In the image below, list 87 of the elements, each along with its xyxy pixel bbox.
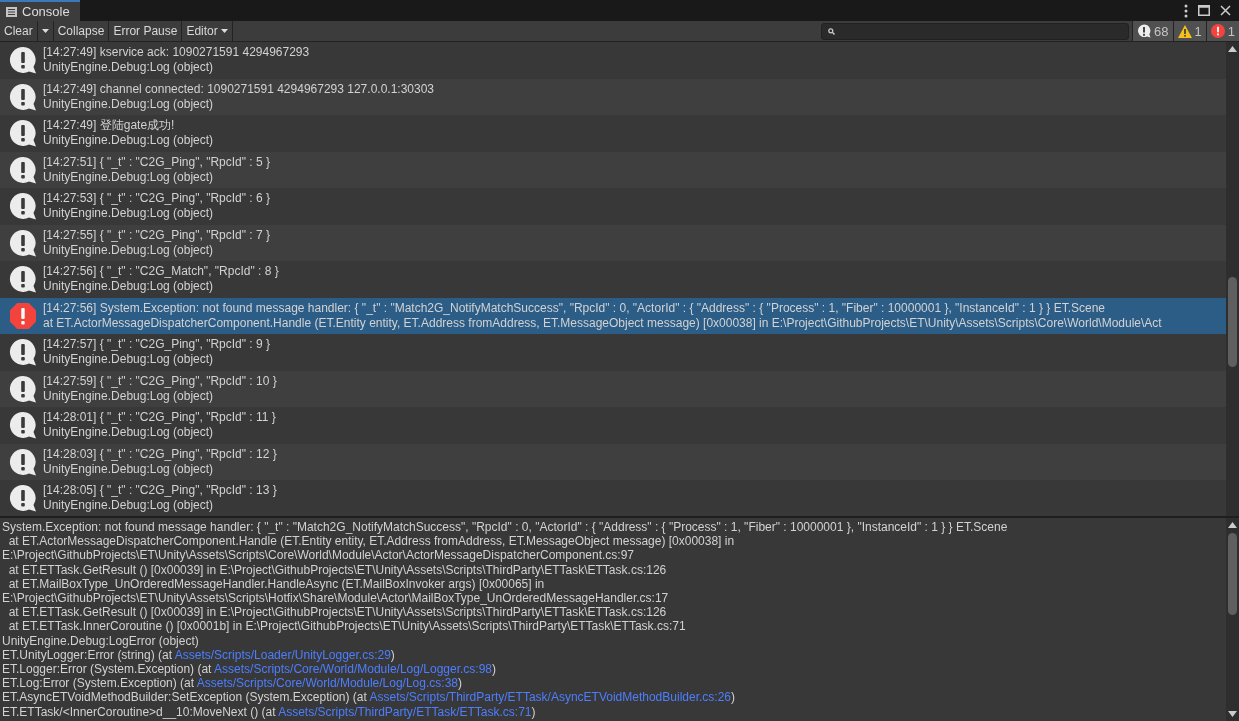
- info-bubble-icon: [9, 484, 37, 513]
- log-source: UnityEngine.Debug:Log (object): [43, 133, 214, 149]
- log-source: UnityEngine.Debug:Log (object): [43, 60, 215, 76]
- trace-line: System.Exception: not found message handler: { "_t" : "Match2G_NotifyMatchSuccess", "RpcId" : 0, "ActorId" : { "Address" : { "Process" : 1, "Fiber" : 10000001 }, "InstanceId" : 1 } } ET.Scene: [2, 520, 1009, 535]
- info-bubble-icon: [1137, 24, 1152, 38]
- log-message: [14:27:57] { "_t" : "C2G_Ping", "RpcId" : 9 }: [43, 337, 271, 353]
- log-entry[interactable]: [0, 297, 1226, 334]
- scrollbar[interactable]: [1226, 42, 1239, 516]
- log-message: [14:27:53] { "_t" : "C2G_Ping", "RpcId" : 6 }: [43, 191, 271, 207]
- scroll-up-icon[interactable]: [1228, 46, 1237, 52]
- info-bubble-icon: [9, 447, 37, 476]
- scroll-down-icon[interactable]: [1228, 711, 1237, 717]
- info-bubble-icon: [9, 119, 37, 148]
- trace-line: ): [731, 690, 735, 705]
- info-bubble-icon: [9, 411, 37, 440]
- trace-line: at ET.ETTask.GetResult () [0x00039] in E:\Project\GithubProjects\ET\Unity\Assets\Scripts\ThirdParty\ETTask\ETTask.cs:126: [7, 562, 668, 577]
- log-entry[interactable]: [14:28:03] { "_t" : "C2G_Ping", "RpcId" : 12 } UnityEngine.Debug:Log (object): [0, 443, 1226, 480]
- trace-line: at ET.ActorMessageDispatcherComponent.Handle (ET.Entity entity, ET.Address fromAddress, ET.MessageObject message) [0x00038] in: [7, 534, 736, 549]
- caret-icon: [220, 29, 228, 33]
- log-message: [14:28:03] { "_t" : "C2G_Ping", "RpcId" : 12 }: [43, 446, 277, 462]
- log-message: [14:27:49] channel connected: 1090271591 4294967293 127.0.0.1:30303: [43, 81, 435, 97]
- log-source: UnityEngine.Debug:Log (object): [43, 498, 215, 514]
- trace-line: ): [492, 662, 496, 677]
- log-source: UnityEngine.Debug:Log (object): [43, 388, 215, 404]
- window-title: Console: [22, 4, 70, 19]
- log-message: [14:27:55] { "_t" : "C2G_Ping", "RpcId" : 7 }: [43, 227, 271, 243]
- log-source: UnityEngine.Debug:Log (object): [43, 169, 215, 185]
- caret-icon: [41, 29, 49, 33]
- trace-line: ): [390, 647, 395, 662]
- scroll-thumb[interactable]: [1228, 277, 1237, 367]
- log-message: [14:27:56] { "_t" : "C2G_Match", "RpcId" : 8 }: [43, 264, 279, 280]
- trace-line: E:\Project\GithubProjects\ET\Unity\Assets\Scripts\Hotfix\Share\Module\Actor\MailBoxType_UnOrderedMessageHandler.cs:17: [2, 591, 670, 606]
- info-bubble-icon: [9, 338, 37, 367]
- trace-line: ET.UnityLogger:Error (string) (at: [2, 647, 173, 662]
- trace-line: at ET.ETTask.GetResult () [0x00039] in E:\Project\GithubProjects\ET\Unity\Assets\Scripts\ThirdParty\ETTask\ETTask.cs:126: [7, 605, 668, 620]
- warning-icon: [1177, 24, 1192, 38]
- log-source: UnityEngine.Debug:Log (object): [43, 242, 215, 258]
- log-entry[interactable]: [14:27:55] { "_t" : "C2G_Ping", "RpcId" : 7 } UnityEngine.Debug:Log (object): [0, 224, 1226, 261]
- trace-line: ET.Logger:Error (System.Exception) (at: [2, 662, 213, 677]
- scrollbar[interactable]: [1226, 518, 1239, 721]
- info-bubble-icon: [9, 374, 37, 403]
- log-message: [14:27:56] System.Exception: not found message handler: { "_t" : "Match2G_NotifyMatchSuccess", "RpcId" : 0, "ActorId" : { "Address" : { "Process" : 1, "Fiber" : 10000001 }, "InstanceId" : 1 } } ET.Scene: [43, 300, 1107, 316]
- log-message: [14:27:51] { "_t" : "C2G_Ping", "RpcId" : 5 }: [43, 154, 271, 170]
- log-source: UnityEngine.Debug:Log (object): [43, 352, 215, 368]
- log-message: [14:27:59] { "_t" : "C2G_Ping", "RpcId" : 10 }: [43, 373, 277, 389]
- info-bubble-icon: [9, 82, 37, 111]
- search-field[interactable]: [821, 22, 1130, 40]
- trace-line: ): [458, 676, 462, 691]
- info-bubble-icon: [9, 228, 37, 257]
- trace-line: ET.AsyncETVoidMethodBuilder:SetException (System.Exception) (at: [2, 690, 368, 705]
- list-icon: [6, 6, 17, 17]
- trace-line: ET.Log:Error (System.Exception) (at: [2, 676, 196, 691]
- error-icon: [9, 301, 37, 330]
- log-source: UnityEngine.Debug:Log (object): [43, 425, 215, 441]
- warning-count-toggle[interactable]: 1: [1172, 21, 1206, 41]
- log-entry[interactable]: [14:27:49] channel connected: 1090271591 4294967293 127.0.0.1:30303 UnityEngine.Debug:Log (object): [0, 78, 1226, 115]
- info-bubble-icon: [9, 265, 37, 294]
- search-icon: [828, 27, 836, 35]
- info-bubble-icon: [9, 46, 37, 75]
- log-message: [14:27:49] 登陆gate成功!: [43, 118, 176, 134]
- trace-line: E:\Project\GithubProjects\ET\Unity\Assets\Scripts\Core\World\Module\Actor\ActorMessageDispatcherComponent.cs:97: [2, 548, 636, 563]
- scroll-thumb[interactable]: [1228, 533, 1237, 615]
- log-source: at ET.ActorMessageDispatcherComponent.Handle (ET.Entity entity, ET.Address fromAddress, ET.MessageObject message) [0x00038] in E:\Project\GithubProjects\ET\Unity\Assets\Scripts\Core\World\Module\Act: [43, 315, 1162, 331]
- info-bubble-icon: [9, 192, 37, 221]
- log-entry[interactable]: [14:27:59] { "_t" : "C2G_Ping", "RpcId" : 10 } UnityEngine.Debug:Log (object): [0, 370, 1226, 407]
- log-message: [14:27:49] kservice ack: 1090271591 4294967293: [43, 45, 310, 61]
- log-source: UnityEngine.Debug:Log (object): [43, 206, 215, 222]
- log-message: [14:28:01] { "_t" : "C2G_Ping", "RpcId" : 11 }: [43, 410, 276, 426]
- trace-line: at ET.ETTask.InnerCoroutine () [0x0001b] in E:\Project\GithubProjects\ET\Unity\Assets\Scripts\ThirdParty\ETTask\ETTask.cs:71: [7, 619, 687, 634]
- scroll-up-icon[interactable]: [1228, 522, 1237, 528]
- log-source: UnityEngine.Debug:Log (object): [43, 461, 215, 477]
- trace-line: ET.ETTask/<InnerCoroutine>d__10:MoveNext () (at: [2, 704, 277, 719]
- maximize-icon[interactable]: [1198, 5, 1210, 16]
- trace-line: ): [531, 704, 536, 719]
- log-message: [14:28:05] { "_t" : "C2G_Ping", "RpcId" : 13 }: [43, 483, 277, 499]
- console-tab[interactable]: Console: [0, 0, 80, 21]
- trace-line: UnityEngine.Debug:LogError (object): [2, 633, 200, 648]
- log-entry[interactable]: [14:27:51] { "_t" : "C2G_Ping", "RpcId" : 5 } UnityEngine.Debug:Log (object): [0, 151, 1226, 188]
- more-icon[interactable]: [1184, 3, 1188, 18]
- trace-line: at ET.MailBoxType_UnOrderedMessageHandler.HandleAsync (ET.MailBoxInvoker args) [0x00065] in: [7, 576, 545, 591]
- close-icon[interactable]: [1220, 5, 1231, 16]
- error-icon: [1210, 24, 1225, 38]
- error-count-toggle[interactable]: 1: [1205, 21, 1239, 41]
- info-bubble-icon: [9, 155, 37, 184]
- log-source: UnityEngine.Debug:Log (object): [43, 279, 215, 295]
- log-source: UnityEngine.Debug:Log (object): [43, 96, 215, 112]
- log-count-toggle[interactable]: 68: [1132, 21, 1173, 41]
